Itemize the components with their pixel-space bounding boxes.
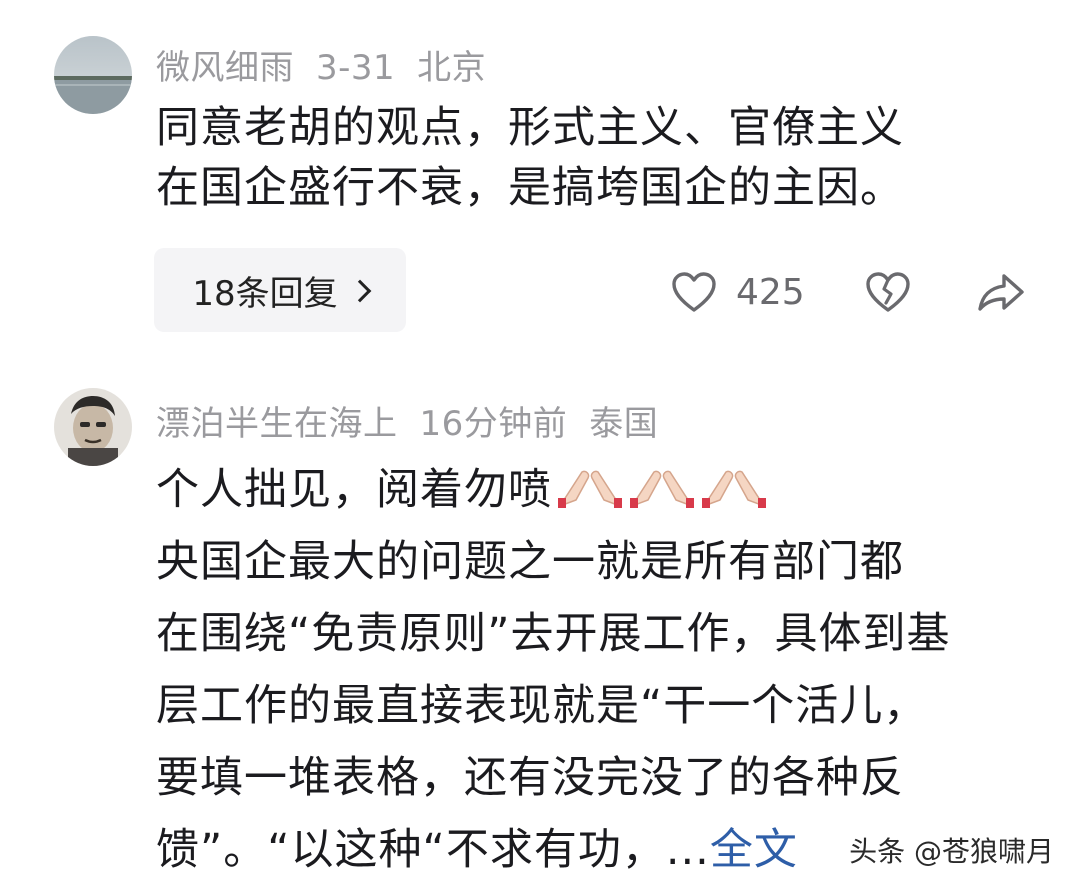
comment-line: 在围绕“免责原则”去开展工作，具体到基 [156, 609, 951, 659]
share-button[interactable] [976, 262, 1026, 322]
username[interactable]: 漂泊半生在海上 [156, 404, 398, 444]
avatar[interactable] [54, 36, 132, 114]
comment-line: 在国企盛行不衰，是搞垮国企的主因。 [156, 163, 904, 213]
watermark: 头条 @苍狼啸月 [849, 835, 1054, 868]
like-count: 425 [736, 271, 805, 313]
view-replies-button[interactable]: 18条回复 [154, 248, 406, 332]
comment-body: 同意老胡的观点，形式主义、官僚主义 在国企盛行不衰，是搞垮国企的主因。 [156, 98, 1036, 218]
comment-line: 央国企最大的问题之一就是所有部门都 [156, 537, 904, 587]
chevron-right-icon [348, 279, 371, 303]
comment-line: 个人拙见，阅着勿喷 [156, 465, 552, 515]
broken-heart-icon [866, 272, 910, 312]
comment-location: 泰国 [589, 404, 659, 444]
expand-full-text-link[interactable]: 全文 [710, 825, 798, 875]
folded-hands-emoji-group [556, 468, 772, 508]
dislike-button[interactable] [864, 262, 912, 322]
comment-item: 漂泊半生在海上 16分钟前 泰国 个人拙见，阅着勿喷 央国企最大的问题之一就是所… [0, 360, 1080, 890]
folded-hands-icon [630, 470, 694, 508]
comment-first-line: 个人拙见，阅着勿喷 [156, 454, 1036, 526]
comment-item: 微风细雨 3-31 北京 同意老胡的观点，形式主义、官僚主义 在国企盛行不衰，是搞垮… [0, 0, 1080, 360]
comment-meta: 漂泊半生在海上 16分钟前 泰国 [156, 396, 680, 445]
comment-date: 16分钟前 [419, 404, 568, 444]
share-arrow-icon [978, 274, 1024, 311]
replies-label: 18条回复 [192, 273, 338, 314]
comment-actions: 425 [670, 262, 1030, 322]
folded-hands-icon [702, 470, 766, 508]
comment-line: 同意老胡的观点，形式主义、官僚主义 [156, 103, 904, 153]
comment-date: 3-31 [316, 48, 396, 88]
comment-meta: 微风细雨 3-31 北京 [156, 40, 508, 89]
comment-location: 北京 [417, 48, 487, 88]
heart-outline-icon [672, 272, 716, 312]
comment-line: 要填一堆表格，还有没完没了的各种反 [156, 753, 904, 803]
like-button[interactable]: 425 [670, 262, 805, 322]
comment-line: 馈”。“以这种“不求有功，... [156, 825, 710, 875]
folded-hands-icon [558, 470, 622, 508]
avatar[interactable] [54, 388, 132, 466]
username[interactable]: 微风细雨 [156, 48, 294, 88]
comment-line: 层工作的最直接表现就是“干一个活儿， [156, 681, 928, 731]
comment-body: 个人拙见，阅着勿喷 央国企最大的问题之一就是所有部门都 在围绕“免责原则”去开展… [156, 454, 1036, 886]
